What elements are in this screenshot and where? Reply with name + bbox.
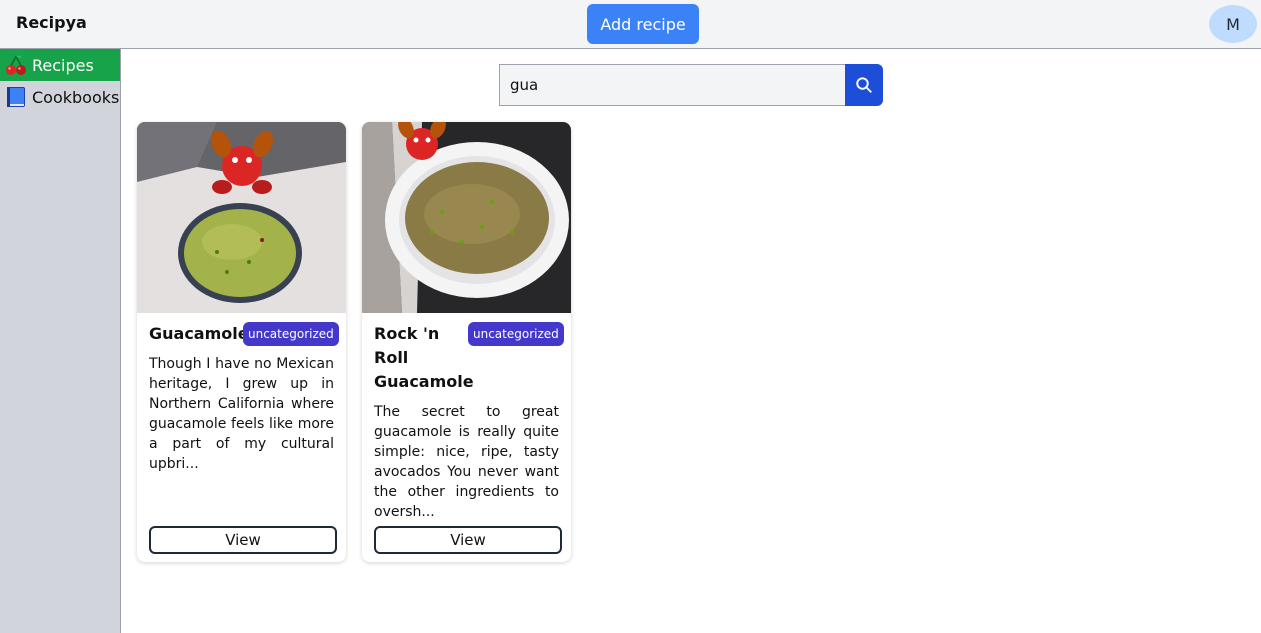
recipe-title: Rock 'n Roll Guacamole xyxy=(374,324,474,391)
view-recipe-button[interactable]: View xyxy=(149,526,337,554)
book-icon xyxy=(7,87,25,107)
recipe-description: The secret to great guacamole is really … xyxy=(374,404,559,520)
search-input[interactable] xyxy=(499,64,846,106)
user-avatar[interactable]: M xyxy=(1209,5,1257,43)
category-badge: uncategorized xyxy=(468,322,564,346)
search-icon xyxy=(856,77,872,93)
sidebar-item-recipes[interactable]: Recipes xyxy=(0,49,120,81)
sidebar-item-label: Cookbooks xyxy=(32,87,120,107)
sidebar-item-cookbooks[interactable]: Cookbooks xyxy=(0,81,120,113)
cherries-icon xyxy=(6,55,26,75)
recipe-image xyxy=(362,122,571,313)
recipe-title: Guacamole xyxy=(149,324,249,343)
app-brand[interactable]: Recipya xyxy=(16,13,87,32)
top-header: Recipya Add recipe M xyxy=(0,0,1261,49)
view-recipe-button[interactable]: View xyxy=(374,526,562,554)
sidebar: Recipes Cookbooks xyxy=(0,49,121,633)
recipe-description: Though I have no Mexican heritage, I gre… xyxy=(149,356,334,472)
category-badge: uncategorized xyxy=(243,322,339,346)
recipe-image xyxy=(137,122,346,313)
recipe-card: Guacamole uncategorized Though I have no… xyxy=(137,122,346,562)
search-button[interactable] xyxy=(845,64,883,106)
add-recipe-button[interactable]: Add recipe xyxy=(587,4,699,44)
recipe-card: Rock 'n Roll Guacamole uncategorized The… xyxy=(362,122,571,562)
sidebar-item-label: Recipes xyxy=(32,55,94,75)
search-bar xyxy=(499,64,883,106)
